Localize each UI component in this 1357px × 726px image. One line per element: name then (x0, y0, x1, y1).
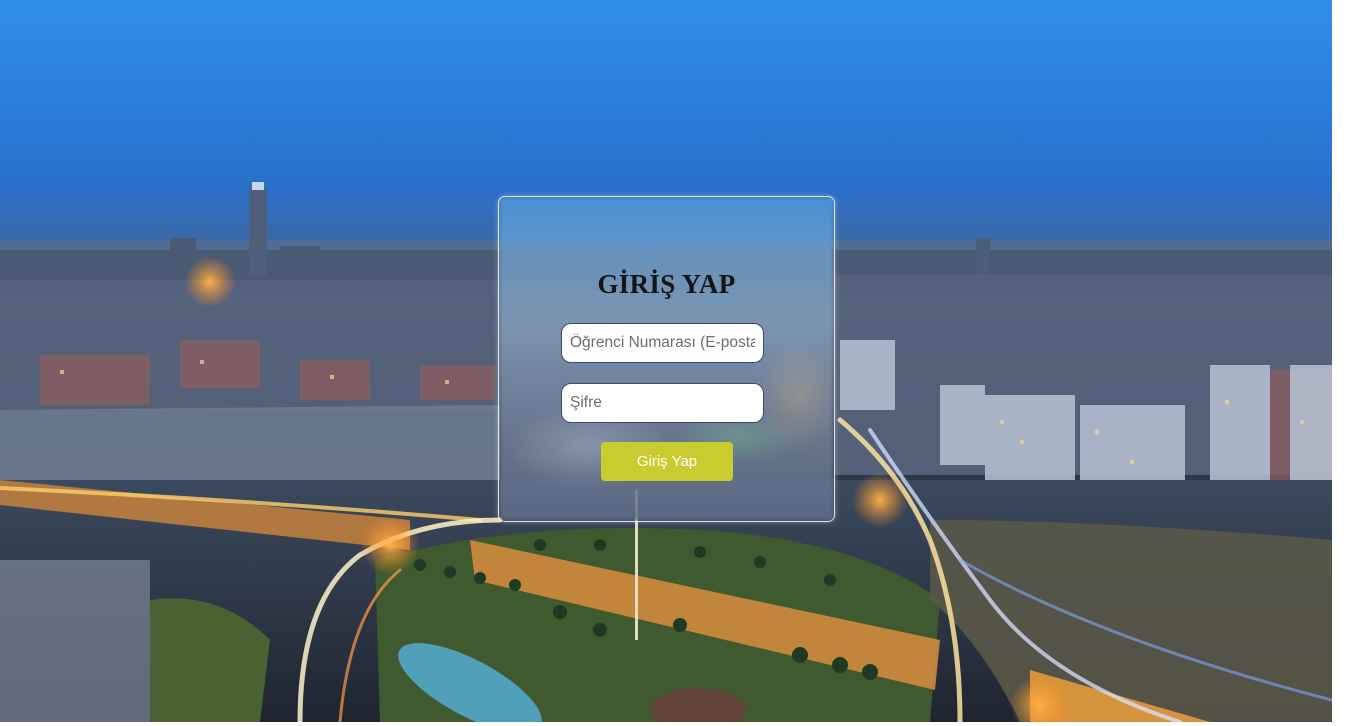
login-button[interactable]: Giriş Yap (601, 442, 733, 481)
login-card: GİRİŞ YAP Giriş Yap (498, 196, 835, 522)
login-title: GİRİŞ YAP (597, 269, 736, 299)
student-number-input[interactable] (561, 323, 764, 363)
password-input[interactable] (561, 383, 764, 423)
